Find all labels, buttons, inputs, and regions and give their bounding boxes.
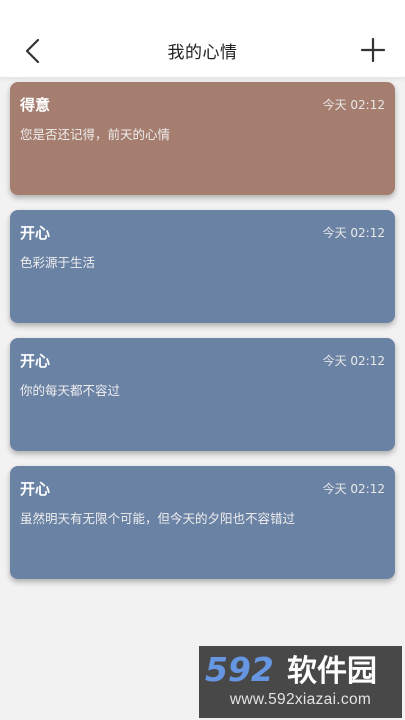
mood-time: 今天 02:12 <box>322 98 385 112</box>
mood-time: 今天 02:12 <box>322 482 385 496</box>
mood-label: 开心 <box>20 352 51 370</box>
watermark-brand-text: 软件园 <box>287 654 377 689</box>
mood-time: 今天 02:12 <box>322 354 385 368</box>
watermark-url: www.592xiazai.com <box>229 691 372 708</box>
mood-label: 得意 <box>20 96 51 114</box>
top-bar: 我的心情 <box>0 0 405 78</box>
mood-card[interactable]: 开心 今天 02:12 虽然明天有无限个可能，但今天的夕阳也不容错过 <box>10 466 395 579</box>
mood-card[interactable]: 得意 今天 02:12 您是否还记得，前天的心情 <box>10 82 395 195</box>
add-mood-button[interactable] <box>360 37 386 63</box>
mood-content: 色彩源于生活 <box>20 255 96 270</box>
site-watermark: 592 软件园 www.592xiazai.com <box>199 646 402 718</box>
app-root: 我的心情 得意 今天 02:12 您是否还记得，前天的心情 开心 今天 02:1… <box>0 0 405 720</box>
mood-label: 开心 <box>20 224 51 242</box>
mood-content: 你的每天都不容过 <box>20 383 121 398</box>
page-title: 我的心情 <box>167 43 238 63</box>
watermark-logo: 592 软件园 <box>205 650 377 689</box>
mood-card[interactable]: 开心 今天 02:12 你的每天都不容过 <box>10 338 395 451</box>
mood-label: 开心 <box>20 480 51 498</box>
mood-list: 得意 今天 02:12 您是否还记得，前天的心情 开心 今天 02:12 色彩源… <box>10 82 395 594</box>
mood-content: 您是否还记得，前天的心情 <box>20 127 171 142</box>
watermark-digits: 592 <box>205 650 274 689</box>
mood-content: 虽然明天有无限个可能，但今天的夕阳也不容错过 <box>20 511 296 526</box>
mood-card[interactable]: 开心 今天 02:12 色彩源于生活 <box>10 210 395 323</box>
plus-icon <box>360 37 386 63</box>
mood-time: 今天 02:12 <box>322 226 385 240</box>
